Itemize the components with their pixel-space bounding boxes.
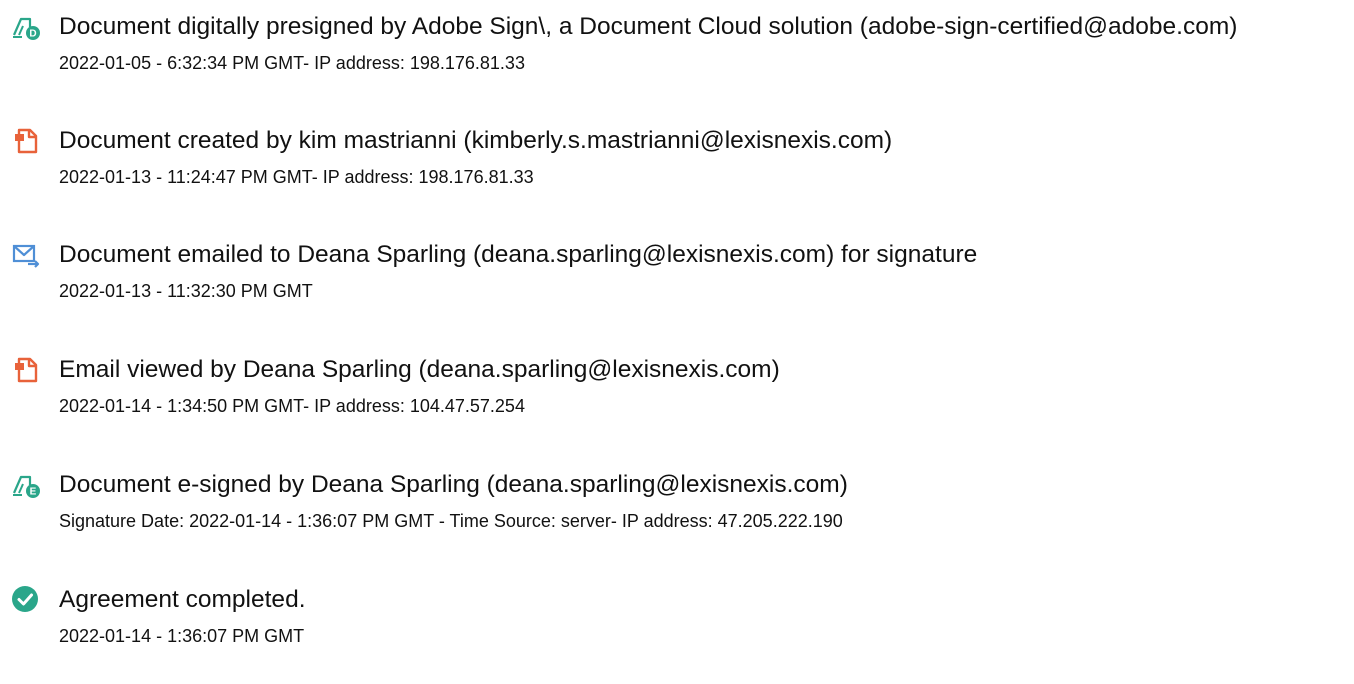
event-esigned: E Document e-signed by Deana Sparling (d… <box>0 469 1354 569</box>
event-title: Document digitally presigned by Adobe Si… <box>59 13 1238 40</box>
svg-text:E: E <box>30 487 37 498</box>
event-detail: 2022-01-13 - 11:24:47 PM GMT- IP address… <box>59 167 534 187</box>
event-detail: 2022-01-14 - 1:36:07 PM GMT <box>59 626 305 646</box>
pen-badge-e-icon: E <box>10 469 42 501</box>
document-icon <box>10 354 42 386</box>
svg-text:D: D <box>29 29 36 40</box>
event-detail: Signature Date: 2022-01-14 - 1:36:07 PM … <box>59 511 843 531</box>
event-detail: 2022-01-14 - 1:34:50 PM GMT- IP address:… <box>59 396 525 416</box>
event-title: Email viewed by Deana Sparling (deana.sp… <box>59 356 780 383</box>
event-completed: Agreement completed. 2022-01-14 - 1:36:0… <box>0 584 1354 684</box>
event-viewed: Email viewed by Deana Sparling (deana.sp… <box>0 354 1354 454</box>
event-title: Agreement completed. <box>59 586 306 613</box>
event-detail: 2022-01-05 - 6:32:34 PM GMT- IP address:… <box>59 53 525 73</box>
mail-forward-icon <box>10 239 42 271</box>
check-circle-icon <box>10 584 42 616</box>
event-title: Document created by kim mastrianni (kimb… <box>59 127 893 154</box>
audit-event-list: D Document digitally presigned by Adobe … <box>0 0 1354 651</box>
event-presigned: D Document digitally presigned by Adobe … <box>0 11 1354 111</box>
event-detail: 2022-01-13 - 11:32:30 PM GMT <box>59 281 313 301</box>
event-created: Document created by kim mastrianni (kimb… <box>0 125 1354 225</box>
event-title: Document emailed to Deana Sparling (dean… <box>59 241 978 268</box>
event-title: Document e-signed by Deana Sparling (dea… <box>59 471 848 498</box>
document-icon <box>10 125 42 157</box>
pen-badge-d-icon: D <box>10 11 42 43</box>
event-emailed: Document emailed to Deana Sparling (dean… <box>0 239 1354 339</box>
